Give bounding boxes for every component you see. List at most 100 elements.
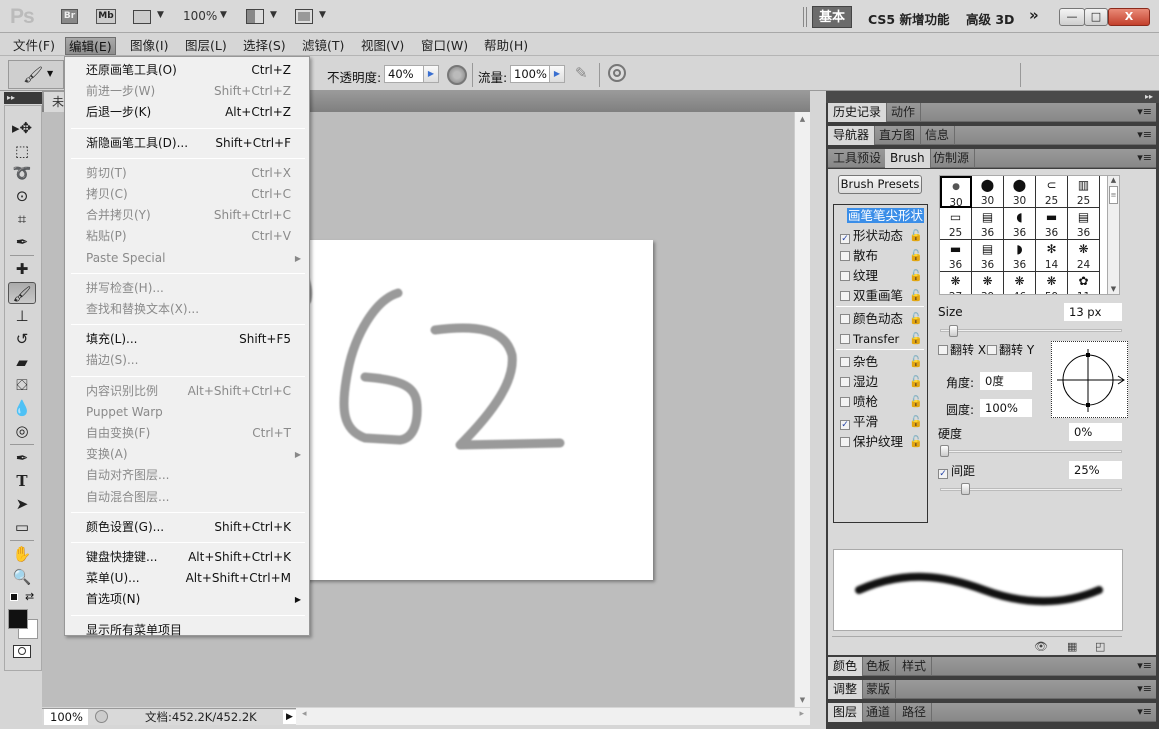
flip-y-checkbox[interactable]: 翻转 Y — [987, 341, 1034, 358]
brush-option-9[interactable]: 喷枪 🔓 — [836, 392, 926, 411]
tab-brush[interactable]: Brush — [885, 149, 931, 168]
panel-menu-icon[interactable]: ▾≡ — [1137, 705, 1152, 718]
minimize-button[interactable]: — — [1059, 8, 1085, 26]
edit-menu-item[interactable]: 粘贴(P) Ctrl+V — [65, 226, 309, 247]
move-tool-icon[interactable]: ▸✥ — [8, 117, 36, 139]
brush-option-2[interactable]: 散布 🔓 — [836, 246, 926, 265]
eyedropper-tool-icon[interactable]: ✒ — [8, 231, 36, 253]
lock-icon[interactable]: 🔓 — [909, 352, 923, 371]
bridge-icon[interactable]: Br — [61, 9, 78, 24]
menu-window[interactable]: 窗口(W) — [418, 37, 471, 55]
airbrush-icon[interactable]: ✎ — [575, 64, 588, 82]
pen-tool-icon[interactable]: ✒ — [8, 447, 36, 469]
clone-stamp-tool-icon[interactable]: ⊥ — [8, 305, 36, 327]
chevron-down-icon[interactable]: ▼ — [270, 10, 277, 20]
swap-colors-icon[interactable]: ⇄ — [25, 590, 34, 603]
restore-button[interactable]: □ — [1084, 8, 1108, 26]
brush-tip-grid[interactable]: ● 30 ⬤ 30 ⬤ 30 ⊂ 25 ▥ 25 ▭ 25 ▤ 36 ◖ 36 ▬ 36 ▤ 36 ▬ 36 ▤ 36 ◗ 36 ✻… — [939, 175, 1109, 295]
edit-menu-item[interactable]: 渐隐画笔工具(D)... Shift+Ctrl+F — [65, 133, 309, 154]
tab-history[interactable]: 历史记录 — [828, 103, 888, 122]
menu-layer[interactable]: 图层(L) — [182, 37, 230, 55]
brush-tip[interactable]: ▤ 36 — [972, 240, 1004, 272]
edit-menu-item[interactable]: 菜单(U)... Alt+Shift+Ctrl+M — [65, 568, 309, 589]
zoom-level-dropdown[interactable]: 100% — [183, 9, 217, 23]
edit-menu-item[interactable]: 键盘快捷键... Alt+Shift+Ctrl+K — [65, 547, 309, 568]
brush-option-5[interactable]: 颜色动态 🔓 — [836, 309, 926, 328]
brush-tip[interactable]: ✿ 11 — [1068, 272, 1100, 294]
type-tool-icon[interactable]: T — [8, 470, 36, 492]
marquee-tool-icon[interactable]: ⬚ — [8, 140, 36, 162]
panel-menu-icon[interactable]: ▾≡ — [1137, 105, 1152, 118]
brush-tip[interactable]: ❋ 27 — [940, 272, 972, 294]
hand-tool-icon[interactable]: ✋ — [8, 543, 36, 565]
tab-channels[interactable]: 通道 — [861, 703, 897, 722]
hardness-input[interactable]: 0% — [1069, 423, 1122, 441]
tab-histogram[interactable]: 直方图 — [874, 126, 922, 145]
lock-icon[interactable]: 🔓 — [909, 246, 923, 265]
brush-tip[interactable]: ▥ 25 — [1068, 176, 1100, 208]
checkbox[interactable] — [840, 397, 850, 407]
checkbox[interactable] — [840, 251, 850, 261]
edit-menu-item[interactable]: 剪切(T) Ctrl+X — [65, 163, 309, 184]
flow-slider-button[interactable]: ▶ — [549, 65, 565, 83]
edit-menu-item[interactable]: 描边(S)... — [65, 350, 309, 371]
brush-option-1[interactable]: ✓ 形状动态 🔓 — [836, 226, 926, 245]
tab-info[interactable]: 信息 — [920, 126, 956, 145]
chevron-down-icon[interactable]: ▼ — [220, 10, 227, 20]
workspace-3d-button[interactable]: 高级 3D — [966, 9, 1014, 28]
tab-styles[interactable]: 样式 — [897, 657, 933, 676]
tab-swatches[interactable]: 色板 — [861, 657, 897, 676]
lasso-tool-icon[interactable]: ➰ — [8, 162, 36, 184]
brush-tip[interactable]: ❋ 59 — [1036, 272, 1068, 294]
workspace-basic-button[interactable]: 基本 — [812, 6, 852, 28]
lock-icon[interactable]: 🔓 — [909, 329, 923, 348]
edit-menu-item[interactable]: Paste Special ▶ — [65, 248, 309, 269]
spacing-input[interactable]: 25% — [1069, 461, 1122, 479]
brush-presets-button[interactable]: Brush Presets — [838, 175, 922, 194]
view-extras-icon[interactable] — [133, 10, 151, 24]
tab-navigator[interactable]: 导航器 — [828, 126, 876, 145]
spacing-slider-thumb[interactable] — [960, 483, 970, 495]
hardness-slider-thumb[interactable] — [940, 445, 949, 457]
size-slider[interactable] — [940, 329, 1122, 332]
lock-icon[interactable]: 🔓 — [909, 266, 923, 285]
brush-tip[interactable]: ▬ 36 — [1036, 208, 1068, 240]
edit-menu-item[interactable]: 拷贝(C) Ctrl+C — [65, 184, 309, 205]
edit-menu-item[interactable]: 自动对齐图层... — [65, 465, 309, 486]
blur-tool-icon[interactable]: 💧 — [8, 397, 36, 419]
edit-menu-item[interactable]: 显示所有菜单项目 — [65, 620, 309, 641]
toolbox-collapse-icon[interactable]: ▸▸ — [4, 92, 42, 104]
canvas[interactable] — [300, 240, 653, 580]
brush-option-4[interactable]: 双重画笔 🔓 — [836, 286, 926, 305]
opacity-slider-button[interactable]: ▶ — [423, 65, 439, 83]
edit-menu-item[interactable]: 填充(L)... Shift+F5 — [65, 329, 309, 350]
brush-option-11[interactable]: 保护纹理 🔓 — [836, 432, 926, 451]
checkbox[interactable] — [840, 271, 850, 281]
menu-filter[interactable]: 滤镜(T) — [299, 37, 347, 55]
panel-menu-icon[interactable]: ▾≡ — [1137, 128, 1152, 141]
brush-tip[interactable]: ◖ 36 — [1004, 208, 1036, 240]
spacing-checkbox[interactable]: ✓ 间距 — [938, 462, 975, 479]
panel-menu-icon[interactable]: ▾≡ — [1137, 682, 1152, 695]
history-brush-tool-icon[interactable]: ↺ — [8, 328, 36, 350]
dodge-tool-icon[interactable]: ◎ — [8, 420, 36, 442]
toggle-live-tip-preview-icon[interactable]: 👁 — [1034, 640, 1048, 653]
edit-menu-item[interactable]: 首选项(N) ▶ — [65, 589, 309, 610]
checkbox[interactable] — [840, 437, 850, 447]
lock-icon[interactable]: 🔓 — [909, 309, 923, 328]
brush-option-6[interactable]: Transfer 🔓 — [836, 329, 926, 348]
brush-tip[interactable]: ⬤ 30 — [1004, 176, 1036, 208]
healing-brush-tool-icon[interactable]: ✚ — [8, 258, 36, 280]
brush-option-0[interactable]: 画笔笔尖形状 — [836, 206, 926, 225]
panel-menu-icon[interactable]: ▾≡ — [1137, 151, 1152, 164]
lock-icon[interactable]: 🔓 — [909, 372, 923, 391]
roundness-input[interactable]: 100% — [980, 399, 1032, 417]
menu-view[interactable]: 视图(V) — [358, 37, 407, 55]
lock-icon[interactable]: 🔓 — [909, 286, 923, 305]
horizontal-scrollbar[interactable]: ◂ ▸ — [296, 708, 810, 725]
lock-icon[interactable]: 🔓 — [909, 392, 923, 411]
brush-option-10[interactable]: ✓ 平滑 🔓 — [836, 412, 926, 431]
brush-tip[interactable]: ⊂ 25 — [1036, 176, 1068, 208]
flip-x-checkbox[interactable]: 翻转 X — [938, 341, 986, 358]
brush-tip[interactable]: ⬤ 30 — [972, 176, 1004, 208]
